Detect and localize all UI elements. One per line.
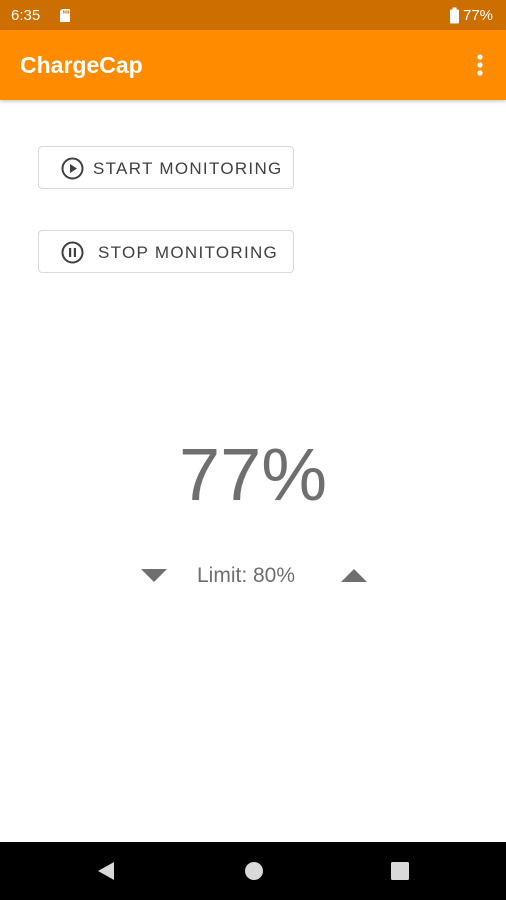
navigation-bar: [0, 842, 506, 900]
charge-limit-label: Limit: 80%: [197, 564, 296, 587]
app-screen: 6:35 77% ChargeCap START MONITORING STOP…: [0, 0, 506, 900]
start-monitoring-label: START MONITORING: [93, 159, 283, 178]
play-circle-icon: [61, 157, 84, 180]
app-bar: ChargeCap: [0, 30, 506, 100]
home-circle-icon[interactable]: [244, 861, 264, 881]
battery-level-display: 77%: [178, 433, 328, 516]
stop-monitoring-button[interactable]: STOP MONITORING: [38, 230, 294, 273]
start-monitoring-button[interactable]: START MONITORING: [38, 146, 294, 189]
recents-square-icon[interactable]: [390, 861, 410, 881]
status-bar: 6:35 77%: [0, 0, 506, 30]
arrow-up-icon[interactable]: [341, 569, 367, 582]
status-time: 6:35: [11, 7, 41, 24]
more-vert-icon[interactable]: [468, 50, 492, 80]
arrow-down-icon[interactable]: [141, 569, 167, 582]
battery-icon: [449, 7, 460, 24]
app-title: ChargeCap: [20, 52, 143, 78]
stop-monitoring-label: STOP MONITORING: [98, 243, 279, 262]
sd-card-icon: [58, 8, 73, 23]
status-battery-percent: 77%: [463, 7, 494, 24]
pause-circle-icon: [61, 241, 84, 264]
back-triangle-icon[interactable]: [96, 861, 116, 881]
limit-row: Limit: 80%: [0, 560, 506, 590]
